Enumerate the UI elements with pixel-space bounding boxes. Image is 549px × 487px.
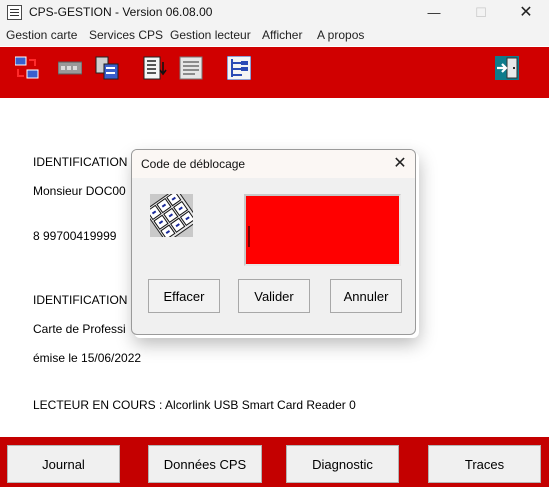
keypad-icon	[143, 187, 200, 244]
menu-afficher[interactable]: Afficher	[262, 28, 302, 42]
unlock-code-input[interactable]	[244, 194, 401, 266]
minimize-button[interactable]: —	[411, 0, 457, 26]
download-list-icon[interactable]	[143, 56, 167, 80]
valider-button[interactable]: Valider	[238, 279, 310, 313]
card-type: Carte de Professi	[33, 322, 126, 336]
identification-heading: IDENTIFICATION	[33, 155, 128, 169]
close-window-button[interactable]: ✕	[503, 0, 549, 26]
journal-button[interactable]: Journal	[7, 445, 120, 483]
issue-date: émise le 15/06/2022	[33, 351, 142, 365]
menu-gestion-carte[interactable]: Gestion carte	[6, 28, 77, 42]
notes-icon[interactable]	[179, 56, 203, 80]
title-bar: CPS-GESTION - Version 06.08.00 — ☐ ✕	[0, 0, 549, 26]
dialog-close-icon[interactable]: ✕	[385, 152, 415, 176]
menu-services-cps[interactable]: Services CPS	[89, 28, 163, 42]
card-identification-heading: IDENTIFICATION	[33, 293, 128, 307]
window-title: CPS-GESTION - Version 06.08.00	[29, 5, 213, 19]
dialog-title: Code de déblocage	[141, 157, 246, 171]
card-list-icon[interactable]	[15, 56, 39, 80]
dialog-title-bar: Code de déblocage ✕	[132, 150, 415, 178]
diagnostic-button[interactable]: Diagnostic	[286, 445, 399, 483]
menu-bar: Gestion carte Services CPS Gestion lecte…	[0, 26, 549, 46]
unlock-code-dialog: Code de déblocage ✕ Effacer Valider Annu	[131, 149, 416, 335]
tree-icon[interactable]	[227, 56, 251, 80]
donnees-cps-button[interactable]: Données CPS	[148, 445, 262, 483]
bottom-bar: Journal Données CPS Diagnostic Traces	[0, 437, 549, 487]
card-reader-icon[interactable]	[58, 56, 82, 80]
menu-gestion-lecteur[interactable]: Gestion lecteur	[170, 28, 251, 42]
effacer-button[interactable]: Effacer	[148, 279, 220, 313]
maximize-button[interactable]: ☐	[458, 0, 504, 26]
toolbar	[0, 47, 549, 98]
text-caret	[248, 226, 250, 247]
annuler-button[interactable]: Annuler	[330, 279, 402, 313]
exit-door-icon[interactable]	[495, 56, 519, 80]
menu-a-propos[interactable]: A propos	[317, 28, 364, 42]
rpps-number: 8 99700419999	[33, 229, 117, 243]
traces-button[interactable]: Traces	[428, 445, 541, 483]
app-icon	[7, 5, 22, 20]
card-swap-icon[interactable]	[95, 56, 119, 80]
current-reader: LECTEUR EN COURS : Alcorlink USB Smart C…	[33, 398, 356, 412]
holder-name: Monsieur DOC00	[33, 184, 126, 198]
